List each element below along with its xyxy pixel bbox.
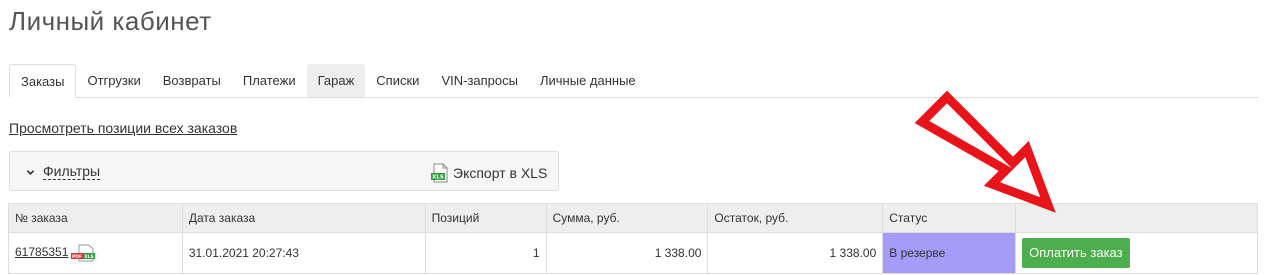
balance-cell: 1 338.00 bbox=[707, 232, 884, 274]
xls-file-icon: XLS bbox=[431, 163, 448, 183]
pay-order-button[interactable]: Оплатить заказ bbox=[1022, 238, 1130, 268]
tab-lists[interactable]: Списки bbox=[365, 64, 430, 97]
order-date-cell: 31.01.2021 20:27:43 bbox=[181, 232, 426, 274]
positions-cell: 1 bbox=[424, 232, 547, 274]
tab-vin-requests[interactable]: VIN-запросы bbox=[430, 64, 529, 97]
red-arrow-annotation bbox=[914, 90, 1056, 213]
filters-label: Фильтры bbox=[43, 163, 101, 180]
column-header-sum[interactable]: Сумма, руб. bbox=[545, 203, 709, 233]
column-header-order-date[interactable]: Дата заказа bbox=[181, 203, 426, 233]
export-xls-label: Экспорт в XLS bbox=[453, 165, 548, 181]
column-header-actions bbox=[1015, 203, 1258, 233]
tab-shipments[interactable]: Отгрузки bbox=[76, 64, 151, 97]
order-number-cell: 61785351 PDF XLS bbox=[8, 232, 183, 274]
column-header-balance[interactable]: Остаток, руб. bbox=[707, 203, 884, 233]
column-header-status[interactable]: Статус bbox=[882, 203, 1017, 233]
tab-orders[interactable]: Заказы bbox=[9, 64, 77, 98]
tab-bar: Заказы Отгрузки Возвраты Платежи Гараж С… bbox=[9, 64, 1258, 98]
filters-toggle[interactable]: Фильтры bbox=[26, 163, 101, 180]
table-row: 61785351 PDF XLS 31.01.2021 20:27:43 1 1… bbox=[8, 232, 1258, 274]
export-xls-button[interactable]: XLS Экспорт в XLS bbox=[431, 163, 547, 183]
sum-cell: 1 338.00 bbox=[545, 232, 709, 274]
filter-panel: Фильтры XLS Экспорт в XLS bbox=[9, 151, 559, 191]
order-number-link[interactable]: 61785351 bbox=[15, 245, 68, 259]
chevron-down-icon bbox=[26, 169, 35, 175]
tab-returns[interactable]: Возвраты bbox=[152, 64, 232, 97]
column-header-positions[interactable]: Позиций bbox=[424, 203, 547, 233]
view-all-positions-link[interactable]: Просмотреть позиции всех заказов bbox=[9, 120, 237, 136]
status-cell: В резерве bbox=[882, 232, 1017, 274]
xls-icon-text: XLS bbox=[85, 254, 95, 260]
pdf-icon-text: PDF bbox=[72, 254, 82, 260]
xls-icon-text: XLS bbox=[432, 175, 444, 181]
pdf-xls-doc-icon[interactable]: PDF XLS bbox=[71, 244, 96, 262]
orders-table: № заказа Дата заказа Позиций Сумма, руб.… bbox=[8, 203, 1258, 274]
page-title: Личный кабинет bbox=[9, 6, 212, 36]
tab-payments[interactable]: Платежи bbox=[232, 64, 307, 97]
tab-garage[interactable]: Гараж bbox=[306, 64, 366, 97]
tab-personal-data[interactable]: Личные данные bbox=[529, 64, 647, 97]
action-cell: Оплатить заказ bbox=[1015, 232, 1258, 274]
column-header-order-number[interactable]: № заказа bbox=[8, 203, 183, 233]
table-header-row: № заказа Дата заказа Позиций Сумма, руб.… bbox=[8, 203, 1258, 233]
